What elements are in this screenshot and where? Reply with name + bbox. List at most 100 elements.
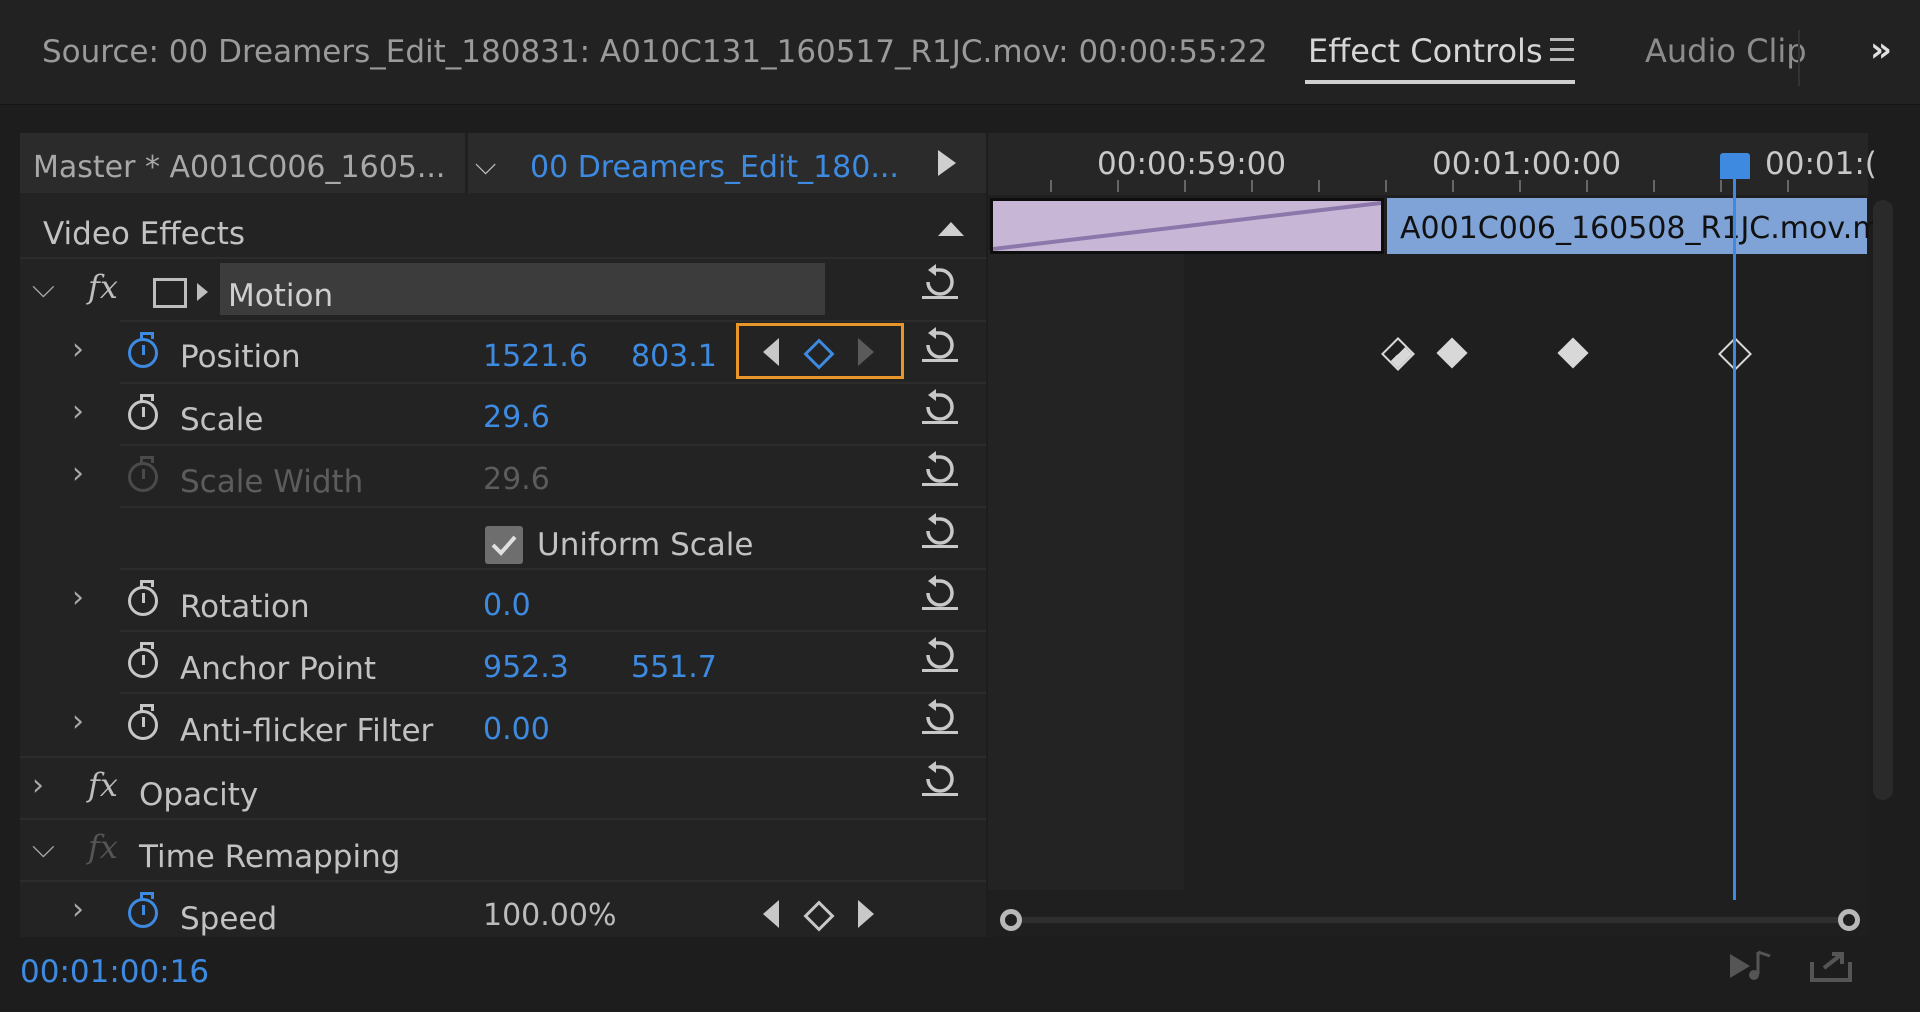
export-icon[interactable] [1808, 948, 1854, 984]
playhead-line[interactable] [1733, 155, 1736, 900]
motion-effect-label: Motion [228, 278, 334, 314]
scale-value[interactable]: 29.6 [483, 400, 550, 435]
transform-dropdown-icon[interactable] [197, 283, 208, 301]
zoom-scrollbar[interactable] [1000, 906, 1860, 934]
stopwatch-icon[interactable] [128, 642, 158, 678]
next-keyframe-icon[interactable] [858, 338, 874, 366]
anti-flicker-value[interactable]: 0.00 [483, 712, 550, 747]
sequence-clip-label[interactable]: 00 Dreamers_Edit_180... [530, 150, 899, 185]
position-y-value[interactable]: 803.1 [631, 339, 717, 374]
anchor-point-x-value[interactable]: 952.3 [483, 650, 569, 685]
ruler-tick [1251, 180, 1253, 192]
rotation-value[interactable]: 0.0 [483, 588, 531, 623]
reset-icon[interactable] [920, 513, 960, 549]
divider [120, 382, 986, 384]
timeline-shade [988, 250, 1184, 890]
reset-icon[interactable] [920, 637, 960, 673]
ruler-tick [1653, 180, 1655, 192]
chevron-down-icon[interactable]: ⌵ [32, 270, 55, 305]
opacity-label: Opacity [139, 777, 259, 813]
reset-icon[interactable] [920, 761, 960, 797]
vertical-scrollbar[interactable] [1873, 200, 1893, 800]
anchor-point-y-value[interactable]: 551.7 [631, 650, 717, 685]
reset-icon[interactable] [920, 575, 960, 611]
reset-icon[interactable] [920, 327, 960, 363]
chevron-right-icon[interactable]: › [72, 332, 84, 367]
divider [20, 880, 986, 882]
ruler-tick [1720, 180, 1722, 192]
transition-ramp [992, 201, 1382, 251]
next-keyframe-icon[interactable] [858, 900, 874, 928]
anti-flicker-label: Anti-flicker Filter [180, 713, 434, 749]
previous-keyframe-icon[interactable] [763, 900, 779, 928]
chevron-right-icon[interactable]: › [72, 456, 84, 491]
divider [120, 444, 986, 446]
speed-value[interactable]: 100.00% [483, 898, 616, 933]
stopwatch-icon[interactable] [128, 580, 158, 616]
chevron-right-icon[interactable]: › [72, 580, 84, 615]
reset-icon[interactable] [920, 264, 960, 300]
fx-icon[interactable]: fx [88, 268, 118, 306]
uniform-scale-checkbox[interactable] [485, 526, 523, 564]
divider [20, 257, 986, 259]
master-clip-label[interactable]: Master * A001C006_1605... [33, 150, 445, 185]
reset-icon[interactable] [920, 699, 960, 735]
chevron-down-icon[interactable]: ⌵ [475, 148, 496, 182]
rotation-label: Rotation [180, 589, 310, 625]
ruler-tick [1586, 180, 1588, 192]
stopwatch-icon [128, 456, 158, 492]
previous-keyframe-icon[interactable] [763, 338, 779, 366]
ruler-tick [1117, 180, 1119, 192]
divider [120, 320, 986, 322]
collapse-up-icon[interactable] [938, 222, 964, 236]
play-audio-icon[interactable] [1728, 948, 1776, 984]
scroll-track [1014, 917, 1840, 923]
scroll-start-handle[interactable] [1000, 909, 1022, 931]
fx-icon[interactable]: fx [88, 828, 118, 866]
ruler-tick [1519, 180, 1521, 192]
chevron-down-icon[interactable]: ⌵ [32, 830, 55, 865]
divider [120, 692, 986, 694]
scale-width-value: 29.6 [483, 462, 550, 497]
stopwatch-icon[interactable] [128, 892, 158, 928]
status-bar [0, 940, 1920, 1012]
scale-label: Scale [180, 402, 264, 438]
ruler-tick [1318, 180, 1320, 192]
chevron-right-icon[interactable]: › [72, 892, 84, 927]
playhead-handle[interactable] [1720, 153, 1750, 179]
tab-overflow-icon[interactable]: » [1870, 30, 1892, 70]
active-tab-indicator [1305, 80, 1575, 84]
divider [120, 506, 986, 508]
stopwatch-icon[interactable] [128, 394, 158, 430]
reset-icon[interactable] [920, 451, 960, 487]
ruler-tick [1452, 180, 1454, 192]
ruler-tick [1050, 180, 1052, 192]
ruler-timecode: 00:01:00:00 [1432, 146, 1622, 182]
current-timecode[interactable]: 00:01:00:16 [20, 954, 209, 990]
speed-label: Speed [180, 901, 278, 937]
ruler-tick [1787, 180, 1789, 192]
fx-icon[interactable]: fx [88, 766, 118, 804]
position-x-value[interactable]: 1521.6 [483, 339, 588, 374]
position-label: Position [180, 339, 301, 375]
ruler-timecode: 00:01:( [1765, 146, 1877, 182]
divider [120, 630, 986, 632]
chevron-right-icon[interactable]: › [72, 704, 84, 739]
reset-icon[interactable] [920, 389, 960, 425]
panel-menu-icon[interactable] [1550, 38, 1574, 64]
scroll-end-handle[interactable] [1838, 909, 1860, 931]
chevron-right-icon[interactable]: › [72, 394, 84, 429]
tab-divider [1798, 30, 1800, 86]
ruler-tick [1184, 180, 1186, 192]
tab-effect-controls[interactable]: Effect Controls [1308, 32, 1543, 70]
tab-audio-clip[interactable]: Audio Clip [1645, 32, 1807, 70]
tab-source[interactable]: Source: 00 Dreamers_Edit_180831: A010C13… [42, 34, 1268, 70]
header-divider [465, 133, 468, 193]
stopwatch-icon[interactable] [128, 332, 158, 368]
stopwatch-icon[interactable] [128, 704, 158, 740]
section-title: Video Effects [43, 216, 246, 252]
chevron-right-icon[interactable]: › [32, 768, 44, 803]
play-icon[interactable] [938, 150, 956, 176]
transition-clip[interactable] [990, 198, 1384, 254]
transform-icon[interactable] [153, 278, 187, 308]
